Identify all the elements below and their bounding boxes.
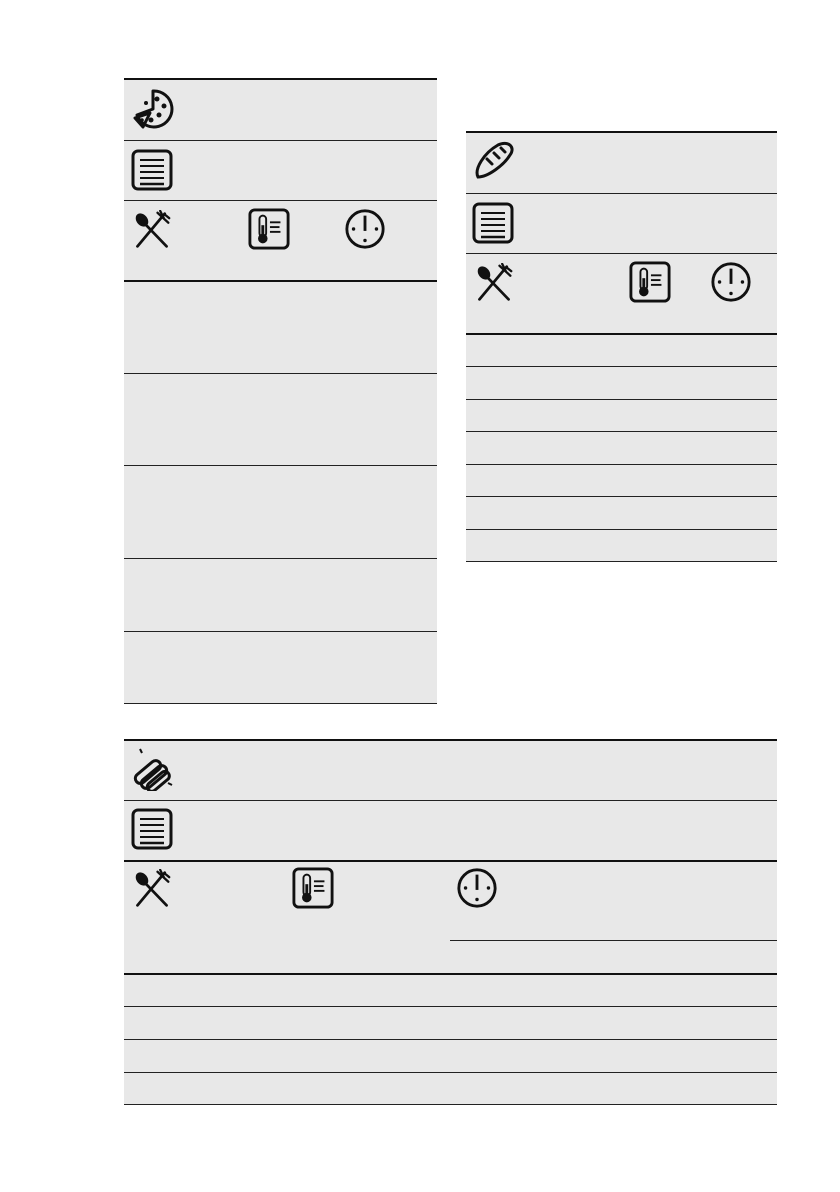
sausages-icon (130, 747, 174, 791)
table-row (124, 373, 437, 374)
table-bottom-rule (124, 703, 437, 704)
table-top-rule (124, 78, 437, 80)
table-row (466, 431, 777, 432)
table-bottom-rule (124, 1104, 777, 1105)
timer-sub-header-rule (450, 940, 777, 941)
food-sensor-thermometer-icon (629, 261, 671, 303)
table-row (466, 366, 777, 367)
food-icon (132, 869, 172, 909)
row-divider (124, 200, 437, 201)
pizza-icon (131, 87, 175, 131)
food-sensor-thermometer-icon (292, 867, 334, 909)
food-icon (474, 263, 514, 303)
bread-icon (472, 139, 516, 183)
header-bottom-rule (124, 280, 437, 282)
row-divider (466, 193, 777, 194)
food-icon (132, 210, 172, 250)
table-row (124, 1072, 777, 1073)
timer-icon (456, 867, 498, 909)
table-sausages (124, 739, 777, 1105)
row-divider (466, 253, 777, 254)
table-row (466, 496, 777, 497)
table-row (124, 1039, 777, 1040)
table-bottom-rule (466, 561, 777, 562)
table-pizza (124, 78, 437, 704)
baking-tray-icon (130, 148, 174, 192)
table-row (124, 631, 437, 632)
table-row (466, 399, 777, 400)
table-top-rule (124, 739, 777, 741)
baking-tray-icon (471, 201, 515, 245)
row-divider (124, 800, 777, 801)
table-bread (466, 131, 777, 562)
row-divider (124, 140, 437, 141)
table-row (124, 1006, 777, 1007)
table-row (124, 465, 437, 466)
table-row (466, 464, 777, 465)
table-row (124, 558, 437, 559)
header-bottom-rule (124, 973, 777, 975)
food-sensor-thermometer-icon (248, 208, 290, 250)
timer-icon (710, 261, 752, 303)
timer-icon (344, 208, 386, 250)
row-divider (124, 860, 777, 862)
header-bottom-rule (466, 333, 777, 335)
table-top-rule (466, 131, 777, 133)
table-row (466, 529, 777, 530)
baking-tray-icon (130, 807, 174, 851)
